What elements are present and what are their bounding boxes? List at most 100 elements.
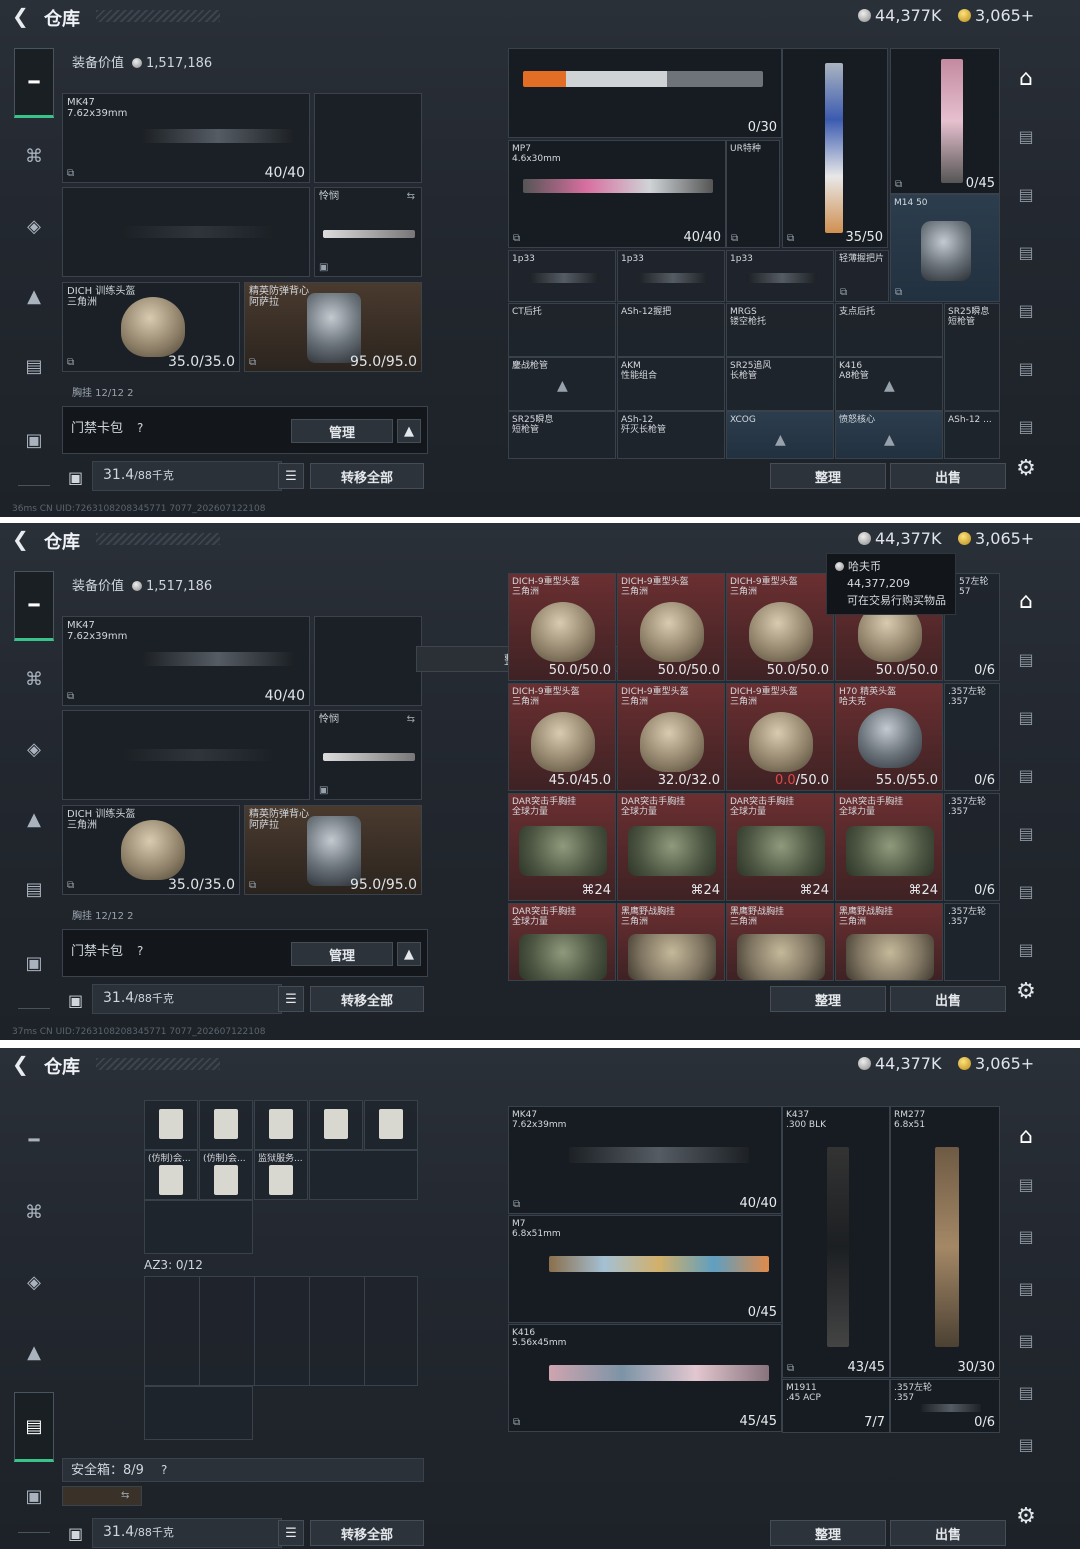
stash-item[interactable]: .357左轮 .357 0/6 [944,793,1000,901]
stash-item[interactable]: DICH-9重型头盔 三角洲 50.0/50.0 [508,573,616,681]
back-arrow-icon[interactable]: ❮ [12,527,29,551]
armor-slot[interactable]: 精英防弹背心 阿萨拉 ⧉ 95.0/95.0 [244,805,422,895]
sell-button[interactable]: 出售 [890,1520,1006,1546]
primary-weapon-slot[interactable]: MK47 7.62x39mm ⧉ 40/40 [62,616,310,706]
stash-item[interactable]: DICH-9重型头盔 三角洲 45.0/45.0 [508,683,616,791]
melee-slot[interactable]: 怜悯 ⇆ ▣ [314,187,422,277]
vest-icon[interactable]: ◈ [14,206,54,246]
settings-icon[interactable]: ⚙ [1006,973,1046,1009]
card-item[interactable] [199,1100,253,1150]
list-icon[interactable]: ☰ [278,1520,304,1546]
vest-icon[interactable]: ◈ [14,1262,54,1302]
stash-item[interactable]: 愤怒核心 ▲ [835,411,943,459]
card-item[interactable] [144,1100,198,1150]
unlock-icon[interactable]: ⧉ [513,1199,520,1210]
safe-box-slot[interactable]: ⇆ [62,1486,142,1506]
stash-item[interactable]: SR25瞬息 短枪管 [508,411,616,459]
swap-icon[interactable]: ⇆ [407,191,415,202]
armor-slot[interactable]: 精英防弹背心 阿萨拉 ⧉ 95.0/95.0 [244,282,422,372]
stash-item[interactable]: 黑鹰野战胸挂 三角洲 [835,903,943,981]
secondary-weapon-slot[interactable] [62,187,310,277]
back-arrow-icon[interactable]: ❮ [12,1052,29,1076]
attachment-icon[interactable]: ▤ [1006,1322,1046,1358]
unlock-icon[interactable]: ⧉ [67,357,74,368]
list-icon[interactable]: ☰ [278,986,304,1012]
stash-item[interactable]: ⧉ 0/45 [890,48,1000,194]
stash-item[interactable]: 1p33 [617,250,725,302]
toolbox-icon[interactable]: ▣ [14,420,54,460]
stash-item[interactable]: MRGS 镂空枪托 [726,303,834,357]
stash-item[interactable]: RM277 6.8x51 30/30 [890,1106,1000,1378]
settings-icon[interactable]: ⚙ [1006,450,1046,486]
gold-currency[interactable]: 3,065+ [958,1054,1034,1073]
helmet-slot[interactable]: DICH 训练头盔 三角洲 ⧉ 35.0/35.0 [62,805,240,895]
arrange-button[interactable]: 整理 [770,986,886,1012]
sell-button[interactable]: 出售 [890,463,1006,489]
armor-icon[interactable]: ⌘ [14,1192,54,1232]
chevron-up-icon[interactable]: ▲ [397,419,421,443]
stash-item[interactable]: .357左轮 .357 [944,903,1000,981]
stash-item[interactable]: 1p33 [508,250,616,302]
sell-button[interactable]: 出售 [890,986,1006,1012]
pistol-slot[interactable] [314,93,422,183]
stash-item[interactable]: .357左轮 .357 0/6 [890,1379,1000,1433]
stash-item[interactable]: SR25瞬息 短枪管 [944,303,1000,411]
vest-icon[interactable]: ◈ [14,729,54,769]
stash-item[interactable]: DAR突击手胸挂 全球力量 ⌘24 [835,793,943,901]
swap-icon[interactable]: ⇆ [121,1490,129,1501]
stash-item[interactable]: H70 精英头盔 哈夫克 55.0/55.0 [835,683,943,791]
stash-item[interactable]: 黑鹰野战胸挂 三角洲 [617,903,725,981]
unlock-icon[interactable]: ⧉ [249,357,256,368]
attachment-icon[interactable]: ▤ [1006,292,1046,328]
card-item[interactable]: (仿制)会... [144,1150,198,1200]
gun-icon[interactable]: ━ [14,571,54,641]
manage-button[interactable]: 管理 [291,942,393,966]
attachment-icon[interactable]: ▤ [1006,234,1046,270]
unlock-icon[interactable]: ⧉ [840,287,847,298]
stash-item[interactable]: ⧉ 35/50 [782,48,888,248]
stash-item[interactable]: AKM 性能组合 [617,357,725,411]
help-icon[interactable]: ? [137,422,143,434]
attachment-icon[interactable]: ▤ [1006,699,1046,735]
unlock-icon[interactable]: ⧉ [67,880,74,891]
stash-item[interactable]: SR25追风 长枪管 [726,357,834,411]
home-icon[interactable]: ⌂ [1006,1118,1046,1154]
stash-item[interactable]: ASh-12 歼灭长枪管 [617,411,725,459]
stash-item[interactable]: 轻薄握把片 ⧉ [835,250,889,302]
manage-button[interactable]: 管理 [291,419,393,443]
helmet-slot[interactable]: DICH 训练头盔 三角洲 ⧉ 35.0/35.0 [62,282,240,372]
unlock-icon[interactable]: ⧉ [787,1363,794,1374]
stash-item[interactable]: XCOG ▲ [726,411,834,459]
attachment-icon[interactable]: ▤ [1006,1166,1046,1202]
unlock-icon[interactable]: ⧉ [67,168,74,179]
case-icon[interactable]: ▤ [14,869,54,909]
stash-item[interactable]: M14 50 ⧉ [890,194,1000,302]
stash-item[interactable]: DICH-9重型头盔 三角洲 50.0/50.0 [617,573,725,681]
unlock-icon[interactable]: ⧉ [731,233,738,244]
melee-slot[interactable]: 怜悯 ⇆ ▣ [314,710,422,800]
stash-item[interactable]: K416 5.56x45mm ⧉ 45/45 [508,1324,782,1432]
stash-item[interactable]: 支点后托 [835,303,943,357]
gold-currency[interactable]: 3,065+ [958,6,1034,25]
unlock-icon[interactable]: ⧉ [787,233,794,244]
stash-item[interactable]: CT后托 [508,303,616,357]
stash-item[interactable]: DAR突击手胸挂 全球力量 ⌘24 [726,793,834,901]
stash-item[interactable]: ASh-12 ... [944,411,1000,459]
attachment-icon[interactable]: ▤ [1006,350,1046,386]
backpack-icon[interactable]: ▲ [14,276,54,316]
stash-item[interactable]: K437 .300 BLK ⧉ 43/45 [782,1106,890,1378]
stash-item[interactable]: 0/30 [508,48,782,138]
case-icon[interactable]: ▤ [14,1392,54,1462]
empty-slot[interactable] [309,1150,418,1200]
stash-item[interactable]: DICH-9重型头盔 三角洲 50.0/50.0 [726,573,834,681]
gun-icon[interactable]: ━ [14,48,54,118]
unlock-icon[interactable]: ⧉ [67,691,74,702]
attachment-icon[interactable]: ▤ [1006,641,1046,677]
unlock-icon[interactable]: ⧉ [895,287,902,298]
home-icon[interactable]: ⌂ [1006,60,1046,96]
arrange-button[interactable]: 整理 [770,1520,886,1546]
back-arrow-icon[interactable]: ❮ [12,4,29,28]
attachment-icon[interactable]: ▤ [1006,757,1046,793]
settings-icon[interactable]: ⚙ [1006,1498,1046,1534]
primary-weapon-slot[interactable]: MK47 7.62x39mm ⧉ 40/40 [62,93,310,183]
